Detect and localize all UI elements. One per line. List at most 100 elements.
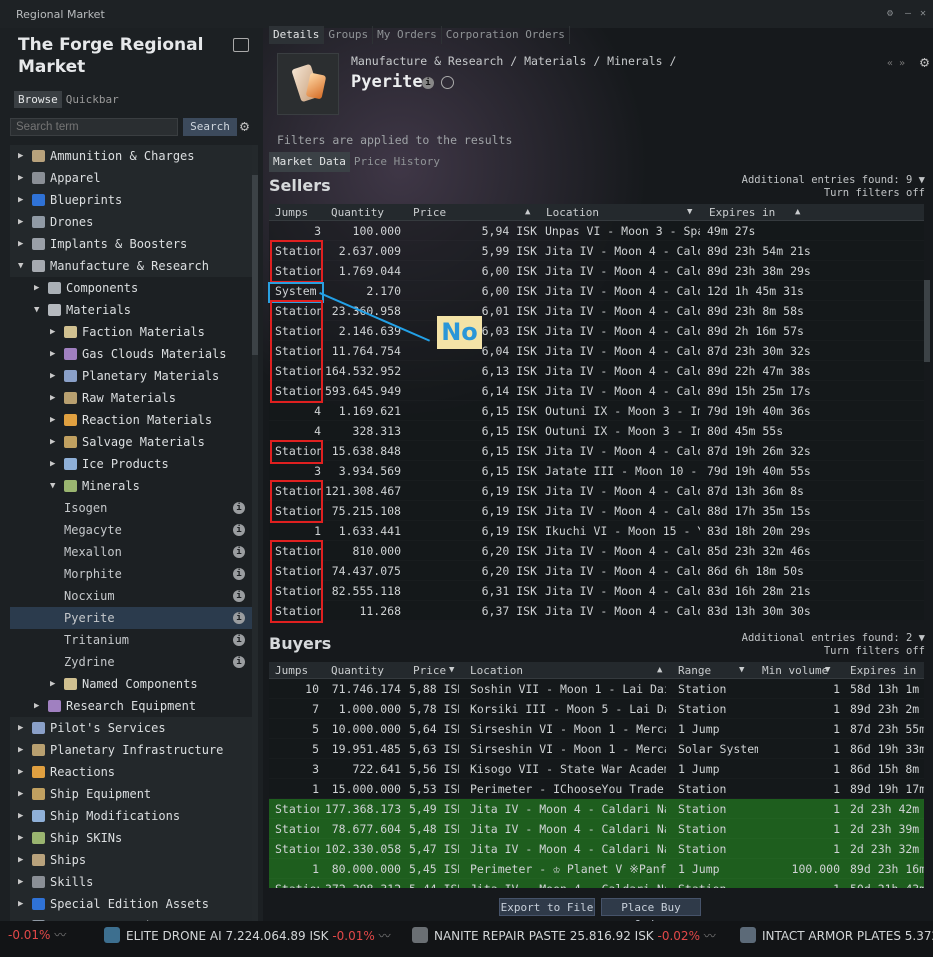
column-header[interactable]: Quantity	[331, 664, 384, 677]
tree-item[interactable]: Zydrine i	[10, 651, 252, 673]
tree-item[interactable]: ▶ Implants & Boosters	[10, 233, 252, 255]
filter-icon[interactable]: ▼	[919, 632, 925, 644]
info-icon[interactable]: i	[233, 590, 245, 602]
sellers-scrollbar[interactable]	[924, 280, 930, 362]
tab-corporation-orders[interactable]: Corporation Orders	[442, 26, 570, 44]
filter-icon[interactable]: ▼	[919, 174, 925, 186]
column-header[interactable]: Quantity	[331, 206, 384, 219]
chevron-right-icon[interactable]: ▶	[18, 145, 23, 167]
ticker-item[interactable]: NANITE REPAIR PASTE 25.816.92 ISK -0.02%…	[412, 927, 716, 944]
column-header[interactable]: Range	[678, 664, 711, 677]
table-row[interactable]: 3 3.934.569 6,15 ISK Jatate III - Moon 10 -…	[269, 461, 924, 481]
table-row[interactable]: Station 1.769.044 6,00 ISK Jita IV - Moon 4…	[269, 261, 924, 281]
tab-market-data[interactable]: Market Data	[269, 152, 350, 172]
tree-item[interactable]: ▶ Special Edition Assets	[10, 893, 252, 915]
column-header[interactable]: Price	[413, 206, 446, 219]
tab-quickbar[interactable]: Quickbar	[62, 91, 123, 108]
chevron-right-icon[interactable]: ▶	[18, 233, 23, 255]
sort-icon[interactable]: ▼	[739, 665, 744, 675]
sellers-turn-filters-off[interactable]: Turn filters off	[742, 187, 925, 200]
sort-icon[interactable]: ▲	[657, 665, 662, 675]
chevron-right-icon[interactable]: ▶	[18, 211, 23, 233]
table-row[interactable]: 3 722.641 5,56 ISK Kisogo VII - State War A…	[269, 759, 924, 779]
place-buy-order-button[interactable]: Place Buy Order	[601, 898, 701, 931]
tab-my-orders[interactable]: My Orders	[373, 26, 442, 44]
table-row[interactable]: 5 19.951.485 5,63 ISK Sirseshin VI - Moon 1…	[269, 739, 924, 759]
tree-item[interactable]: ▶ Skills	[10, 871, 252, 893]
table-row[interactable]: 4 1.169.621 6,15 ISK Outuni IX - Moon 3 - I…	[269, 401, 924, 421]
chevron-right-icon[interactable]: ▶	[50, 431, 55, 453]
tree-item[interactable]: Nocxium i	[10, 585, 252, 607]
table-row[interactable]: Station 75.215.108 6,19 ISK Jita IV - Moon …	[269, 501, 924, 521]
table-row[interactable]: Station 2.637.009 5,99 ISK Jita IV - Moon 4…	[269, 241, 924, 261]
settings-dot-icon[interactable]: ⚙	[887, 8, 893, 19]
tree-item[interactable]: ▶ Ammunition & Charges	[10, 145, 252, 167]
chevron-right-icon[interactable]: ▶	[34, 695, 39, 717]
info-icon[interactable]: i	[233, 568, 245, 580]
tree-item[interactable]: ▶ Components	[10, 277, 252, 299]
table-row[interactable]: 1 80.000.000 5,45 ISK Perimeter - ♔ Planet …	[269, 859, 924, 879]
table-row[interactable]: Station 177.368.173 5,49 ISK Jita IV - Moon…	[269, 799, 924, 819]
chevron-right-icon[interactable]: ▶	[18, 761, 23, 783]
info-icon[interactable]: i	[422, 77, 434, 89]
market-icon[interactable]	[233, 38, 249, 52]
tree-scroll-thumb[interactable]	[252, 175, 258, 355]
sort-icon[interactable]: ▼	[825, 665, 830, 675]
chevron-right-icon[interactable]: ▶	[18, 189, 23, 211]
chevron-right-icon[interactable]: ▶	[50, 321, 55, 343]
chevron-right-icon[interactable]: ▶	[18, 827, 23, 849]
chevron-down-icon[interactable]: ▼	[18, 255, 23, 277]
table-row[interactable]: Station 121.308.467 6,19 ISK Jita IV - Moon…	[269, 481, 924, 501]
search-button[interactable]: Search	[183, 118, 237, 136]
nav-arrows-icon[interactable]: « »	[887, 58, 905, 69]
info-icon[interactable]: i	[233, 546, 245, 558]
table-row[interactable]: Station 23.360.958 6,01 ISK Jita IV - Moon …	[269, 301, 924, 321]
tree-item[interactable]: ▶ Blueprints	[10, 189, 252, 211]
table-row[interactable]: Station 372.298.312 5,44 ISK Jita IV - Moon…	[269, 879, 924, 888]
ticker-item[interactable]: INTACT ARMOR PLATES 5.372.7	[740, 927, 933, 944]
tree-item[interactable]: Morphite i	[10, 563, 252, 585]
tree-item[interactable]: ▶ Named Components	[10, 673, 252, 695]
tree-scrollbar[interactable]	[252, 145, 258, 937]
table-row[interactable]: Station 11.268 6,37 ISK Jita IV - Moon 4 - …	[269, 601, 924, 620]
chevron-right-icon[interactable]: ▶	[34, 277, 39, 299]
tree-item[interactable]: ▶ Ice Products	[10, 453, 252, 475]
chevron-right-icon[interactable]: ▶	[18, 871, 23, 893]
tree-item[interactable]: Tritanium i	[10, 629, 252, 651]
export-button[interactable]: Export to File	[499, 898, 595, 916]
chevron-down-icon[interactable]: ▼	[34, 299, 39, 321]
table-row[interactable]: Station 74.437.075 6,20 ISK Jita IV - Moon …	[269, 561, 924, 581]
ticker-item[interactable]: ELITE DRONE AI 7.224.064.89 ISK -0.01% 〰	[104, 927, 391, 944]
tree-item[interactable]: Pyerite i	[10, 607, 252, 629]
column-header[interactable]: Price	[413, 664, 446, 677]
chevron-right-icon[interactable]: ▶	[18, 739, 23, 761]
table-row[interactable]: Station 15.638.848 6,15 ISK Jita IV - Moon …	[269, 441, 924, 461]
gear-icon[interactable]: ⚙	[240, 118, 249, 135]
chevron-right-icon[interactable]: ▶	[50, 409, 55, 431]
table-row[interactable]: 4 328.313 6,15 ISK Outuni IX - Moon 3 - Imp…	[269, 421, 924, 441]
tab-details[interactable]: Details	[269, 26, 325, 44]
ticker-item[interactable]: -0.01% 〰	[8, 927, 66, 943]
table-row[interactable]: Station 82.555.118 6,31 ISK Jita IV - Moon …	[269, 581, 924, 601]
sort-icon[interactable]: ▼	[687, 207, 692, 217]
gear-icon[interactable]: ⚙	[920, 53, 929, 71]
tree-item[interactable]: ▶ Pilot's Services	[10, 717, 252, 739]
tree-item[interactable]: ▼ Manufacture & Research	[10, 255, 252, 277]
table-row[interactable]: 7 1.000.000 5,78 ISK Korsiki III - Moon 5 -…	[269, 699, 924, 719]
info-icon[interactable]: i	[233, 656, 245, 668]
chevron-right-icon[interactable]: ▶	[50, 387, 55, 409]
tree-item[interactable]: ▶ Gas Clouds Materials	[10, 343, 252, 365]
search-input[interactable]	[10, 118, 178, 136]
column-header[interactable]: Expires in	[850, 664, 916, 677]
table-row[interactable]: 10 71.746.174 5,88 ISK Soshin VII - Moon 1 …	[269, 679, 924, 699]
chevron-right-icon[interactable]: ▶	[18, 167, 23, 189]
chevron-right-icon[interactable]: ▶	[18, 805, 23, 827]
tree-item[interactable]: ▶ Raw Materials	[10, 387, 252, 409]
info-icon[interactable]: i	[233, 524, 245, 536]
tree-item[interactable]: ▶ Ship Equipment	[10, 783, 252, 805]
tree-item[interactable]: ▶ Faction Materials	[10, 321, 252, 343]
tree-item[interactable]: ▶ Research Equipment	[10, 695, 252, 717]
tree-item[interactable]: ▶ Planetary Infrastructure	[10, 739, 252, 761]
column-header[interactable]: Jumps	[275, 664, 308, 677]
table-row[interactable]: Station 810.000 6,20 ISK Jita IV - Moon 4 -…	[269, 541, 924, 561]
